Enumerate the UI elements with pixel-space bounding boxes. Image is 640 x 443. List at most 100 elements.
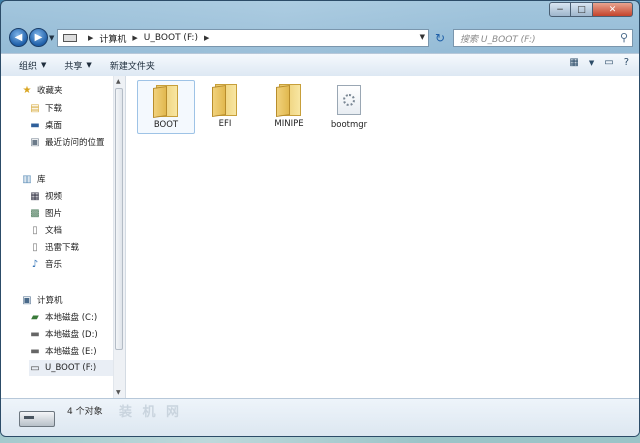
command-bar: 组织 ▼ 共享 ▼ 新建文件夹 ▦ ▼ ▭ ? [1, 53, 639, 77]
chevron-down-icon: ▼ [41, 61, 47, 69]
maximize-button[interactable]: □ [571, 2, 593, 17]
music-icon: ♪ [31, 258, 39, 270]
explorer-window: − □ ✕ ◀ ▶ ▼ ▶ 计算机 ▶ U_BOOT (F:) ▶ ▼ ↻ 搜索… [0, 0, 640, 437]
navigation-bar: ◀ ▶ ▼ ▶ 计算机 ▶ U_BOOT (F:) ▶ ▼ ↻ 搜索 U_BOO… [1, 25, 639, 51]
search-icon[interactable]: ⚲ [620, 31, 628, 44]
scroll-up-icon[interactable]: ▲ [116, 78, 121, 85]
organize-label: 组织 [19, 61, 38, 72]
documents-icon: ▯ [32, 224, 38, 236]
content-area: ★ 收藏夹 ▤ 下载 ▬ 桌面 ▣ 最近访问的位置 ▥ 库 ▦ 视频 ▩ 图片 … [1, 76, 639, 398]
nav-libraries[interactable]: ▥ 库 [21, 171, 46, 187]
nav-label: 桌面 [45, 121, 63, 131]
navigation-pane: ★ 收藏夹 ▤ 下载 ▬ 桌面 ▣ 最近访问的位置 ▥ 库 ▦ 视频 ▩ 图片 … [1, 76, 113, 398]
chevron-down-icon[interactable]: ▼ [589, 59, 594, 67]
folder-icon [212, 84, 238, 117]
file-name: BOOT [153, 120, 179, 130]
thunder-download-icon: ▯ [32, 241, 38, 253]
nav-item-music[interactable]: ♪ 音乐 [29, 256, 62, 272]
file-item-minipe[interactable]: MINIPE [261, 80, 317, 132]
search-placeholder: 搜索 U_BOOT (F:) [460, 34, 536, 45]
hard-drive-icon: ▬ [30, 345, 40, 357]
nav-computer[interactable]: ▣ 计算机 [21, 292, 63, 308]
new-folder-label: 新建文件夹 [109, 61, 155, 72]
chevron-right-icon[interactable]: ▶ [132, 34, 137, 42]
nav-label: 本地磁盘 (C:) [45, 313, 98, 323]
recent-places-icon: ▣ [30, 136, 40, 148]
desktop-icon: ▬ [30, 119, 40, 131]
address-dropdown-icon[interactable]: ▼ [420, 33, 425, 41]
new-folder-button[interactable]: 新建文件夹 [110, 59, 155, 72]
file-name: bootmgr [330, 120, 368, 130]
chevron-down-icon: ▼ [86, 61, 92, 69]
nav-item-documents[interactable]: ▯ 文档 [29, 222, 62, 238]
nav-label: 迅雷下载 [45, 243, 80, 253]
star-icon: ★ [22, 84, 32, 96]
nav-item-drive-c[interactable]: ▰ 本地磁盘 (C:) [29, 309, 97, 325]
usb-drive-icon [19, 411, 55, 427]
system-file-icon [337, 85, 361, 115]
back-button[interactable]: ◀ [9, 28, 28, 47]
drive-icon [63, 34, 77, 42]
scrollbar-thumb[interactable] [115, 88, 123, 350]
breadcrumb-computer[interactable]: 计算机 [99, 32, 126, 45]
file-item-boot[interactable]: BOOT [137, 80, 195, 134]
watermark: 装 机 网 [119, 405, 183, 420]
minimize-button[interactable]: − [549, 2, 571, 17]
nav-label: 计算机 [37, 296, 63, 306]
view-controls: ▦ ▼ ▭ ? [569, 57, 629, 68]
library-icon: ▥ [22, 173, 32, 185]
chevron-right-icon[interactable]: ▶ [88, 34, 93, 42]
close-button[interactable]: ✕ [593, 2, 633, 17]
nav-item-drive-d[interactable]: ▬ 本地磁盘 (D:) [29, 326, 98, 342]
windows-drive-icon: ▰ [31, 311, 39, 323]
preview-pane-icon[interactable]: ▭ [604, 57, 613, 68]
file-name: EFI [218, 119, 232, 129]
help-icon[interactable]: ? [624, 57, 629, 68]
title-bar: − □ ✕ [1, 1, 639, 23]
video-icon: ▦ [30, 190, 40, 202]
nav-label: 音乐 [45, 260, 63, 270]
nav-item-pictures[interactable]: ▩ 图片 [29, 205, 62, 221]
nav-item-downloads[interactable]: ▤ 下载 [29, 100, 62, 116]
address-bar[interactable]: ▶ 计算机 ▶ U_BOOT (F:) ▶ ▼ [57, 29, 429, 47]
nav-item-desktop[interactable]: ▬ 桌面 [29, 117, 62, 133]
scroll-down-icon[interactable]: ▼ [116, 389, 121, 396]
refresh-icon[interactable]: ↻ [432, 30, 448, 46]
file-item-efi[interactable]: EFI [197, 80, 253, 132]
downloads-folder-icon: ▤ [30, 102, 40, 114]
nav-label: 最近访问的位置 [45, 138, 105, 148]
search-input[interactable]: 搜索 U_BOOT (F:) ⚲ [453, 29, 633, 47]
computer-icon: ▣ [22, 294, 32, 306]
folder-icon [276, 84, 302, 117]
file-list: BOOT EFI MINIPE bootmgr [125, 76, 639, 398]
details-pane: 4 个对象 装 机 网 [1, 398, 639, 436]
nav-label: 库 [37, 175, 46, 185]
nav-item-recent-places[interactable]: ▣ 最近访问的位置 [29, 134, 105, 150]
nav-label: 文档 [45, 226, 63, 236]
hard-drive-icon: ▬ [30, 328, 40, 340]
folder-icon [153, 85, 179, 118]
nav-item-drive-f[interactable]: ▭ U_BOOT (F:) [29, 360, 113, 376]
chevron-right-icon[interactable]: ▶ [204, 34, 209, 42]
caption-buttons: − □ ✕ [549, 2, 633, 17]
file-item-bootmgr[interactable]: bootmgr [321, 80, 377, 132]
recent-pages-dropdown-icon[interactable]: ▼ [49, 34, 54, 42]
view-options-icon[interactable]: ▦ [569, 57, 578, 68]
nav-favorites[interactable]: ★ 收藏夹 [21, 82, 63, 98]
nav-item-videos[interactable]: ▦ 视频 [29, 188, 62, 204]
share-menu[interactable]: 共享 ▼ [64, 59, 91, 72]
nav-item-thunder-downloads[interactable]: ▯ 迅雷下载 [29, 239, 79, 255]
item-count: 4 个对象 [67, 407, 103, 417]
nav-label: 本地磁盘 (E:) [45, 347, 97, 357]
organize-menu[interactable]: 组织 ▼ [19, 59, 46, 72]
file-name: MINIPE [274, 119, 304, 129]
nav-label: 图片 [45, 209, 63, 219]
usb-drive-icon: ▭ [30, 362, 40, 374]
pictures-icon: ▩ [30, 207, 40, 219]
breadcrumb-drive[interactable]: U_BOOT (F:) [144, 33, 198, 43]
share-label: 共享 [64, 61, 83, 72]
nav-label: 收藏夹 [37, 86, 63, 96]
nav-label: 本地磁盘 (D:) [45, 330, 98, 340]
forward-button[interactable]: ▶ [29, 28, 48, 47]
nav-item-drive-e[interactable]: ▬ 本地磁盘 (E:) [29, 343, 97, 359]
